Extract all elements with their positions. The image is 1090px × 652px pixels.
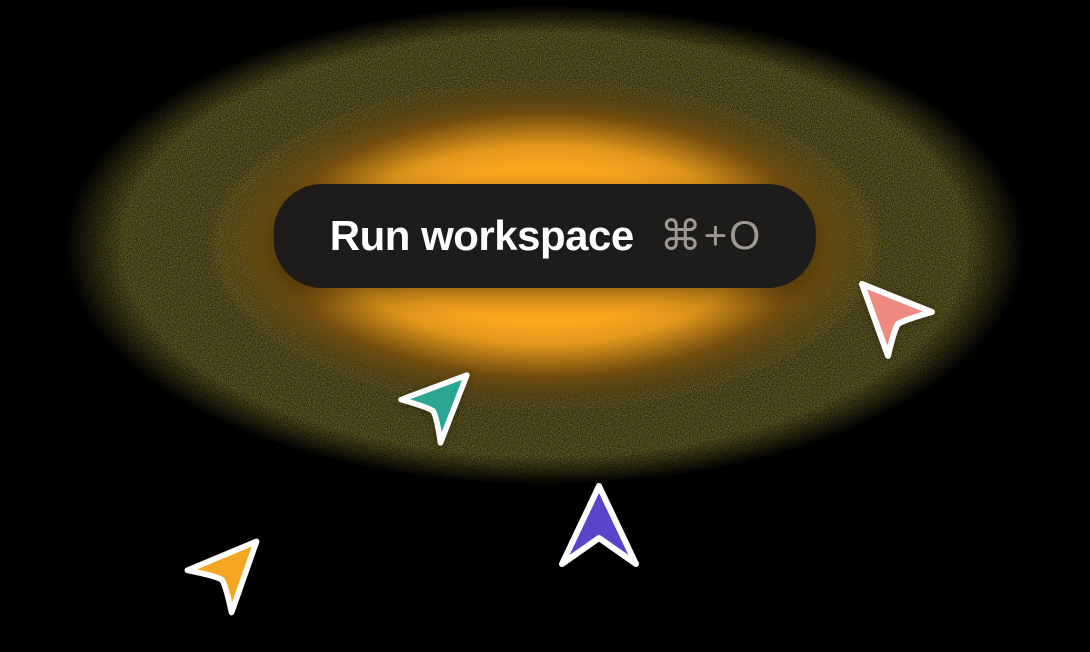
shortcut-key: O xyxy=(729,214,760,259)
cursor-purple xyxy=(554,478,644,578)
run-workspace-label: Run workspace xyxy=(330,212,634,260)
command-key-icon: ⌘ xyxy=(660,215,702,257)
cursor-pink xyxy=(848,270,948,370)
shortcut-plus: + xyxy=(704,214,727,259)
cursor-teal xyxy=(386,362,480,456)
keyboard-shortcut: ⌘ + O xyxy=(660,214,760,259)
cursor-orange xyxy=(172,528,272,624)
run-workspace-button[interactable]: Run workspace ⌘ + O xyxy=(274,184,816,288)
